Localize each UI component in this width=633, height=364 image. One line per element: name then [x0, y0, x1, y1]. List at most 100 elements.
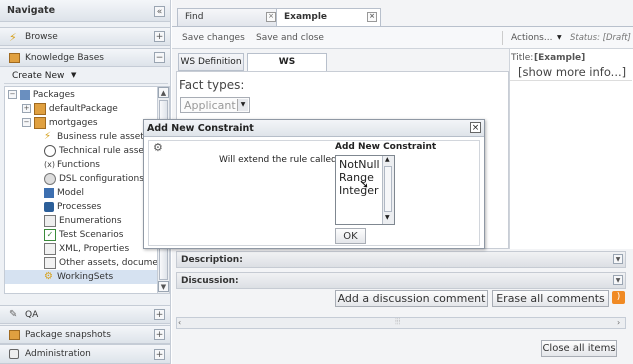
collapse-icon[interactable]: − [8, 90, 17, 99]
description-label: Description: [181, 255, 243, 265]
constraint-option-notnull[interactable]: NotNull [339, 158, 380, 171]
status-label: Status: [Draft] [570, 33, 631, 43]
close-icon[interactable]: × [470, 122, 481, 133]
tab-find[interactable]: Find × [177, 8, 280, 26]
tree-item-processes[interactable]: Processes [44, 200, 101, 214]
show-more-info-link[interactable]: [show more info...] [518, 65, 626, 79]
close-tab-icon[interactable]: × [266, 12, 276, 22]
scroll-left-icon[interactable]: ‹ [178, 318, 181, 327]
scrollbar-grip[interactable]: ⦙⦙⦙ [395, 317, 400, 327]
discussion-section[interactable]: Discussion: ▼ [176, 272, 626, 289]
administration-label: Administration [25, 349, 91, 359]
tree-item-other-assets[interactable]: Other assets, documenta [44, 256, 170, 270]
tree-label: WorkingSets [57, 272, 114, 282]
collapse-icon[interactable]: − [22, 118, 31, 127]
rule-icon: ⚡ [44, 130, 52, 142]
actions-menu[interactable]: Actions... [511, 33, 552, 43]
expand-discussion-icon[interactable]: ▼ [613, 275, 623, 285]
horizontal-scrollbar[interactable]: ‹ ⦙⦙⦙ › [176, 317, 626, 329]
title-value: [Example] [534, 53, 586, 63]
document-icon [44, 256, 56, 269]
scroll-up-icon[interactable]: ▲ [385, 156, 390, 163]
tab-example[interactable]: Example × [276, 8, 381, 26]
tree-item-technical-rules[interactable]: Technical rule assets [44, 144, 152, 158]
tree-item-working-sets[interactable]: ⚙ WorkingSets [5, 270, 157, 284]
gear-icon: ⚙ [153, 141, 163, 154]
dialog-title-bar[interactable]: Add New Constraint × [144, 120, 484, 137]
tree-label: Other assets, documenta [59, 258, 170, 268]
administration-icon [9, 349, 19, 359]
administration-section[interactable]: Administration + [0, 344, 170, 364]
scroll-down-icon[interactable]: ▼ [158, 281, 169, 292]
collapse-knowledge-bases-icon[interactable]: − [154, 52, 165, 63]
gear-icon [44, 144, 56, 157]
dsl-gear-icon [44, 172, 56, 185]
navigator-title: Navigate [7, 5, 56, 16]
rss-feed-icon[interactable]: ) [612, 291, 625, 304]
expand-snapshots-icon[interactable]: + [154, 329, 165, 340]
tab-ws-definition[interactable]: WS Definition [178, 53, 244, 71]
chevron-down-icon: ▼ [557, 34, 562, 41]
constraint-list-scrollbar[interactable]: ▲ ▼ [382, 156, 394, 224]
discussion-label: Discussion: [181, 276, 239, 286]
collapse-navigator-icon[interactable]: « [154, 6, 165, 17]
enumeration-icon [44, 214, 56, 227]
scroll-down-icon[interactable]: ▼ [385, 214, 390, 221]
navigator-header: Navigate « [0, 0, 170, 22]
title-label: Title: [511, 53, 534, 63]
editor-toolbar: Save changes Save and close Actions... ▼… [172, 27, 633, 49]
tab-ws-constraints[interactable]: WS Constraints [247, 53, 327, 84]
knowledge-bases-label: Knowledge Bases [25, 53, 104, 63]
working-set-icon: ⚙ [44, 270, 53, 282]
tree-item-business-rules[interactable]: ⚡ Business rule assets [44, 130, 149, 144]
fact-types-select[interactable]: Applicant ▼ [180, 97, 250, 113]
create-new-menu[interactable]: Create New ▼ [4, 68, 168, 84]
tree-item-enumerations[interactable]: Enumerations [44, 214, 122, 228]
expand-administration-icon[interactable]: + [154, 349, 165, 360]
qa-section[interactable]: ✎ QA + [0, 305, 170, 324]
erase-all-comments-button[interactable]: Erase all comments [492, 290, 609, 307]
browse-section[interactable]: ⚡ Browse + [0, 27, 170, 46]
tree-item-functions[interactable]: (x) Functions [44, 158, 100, 172]
tree-item-xml-properties[interactable]: XML, Properties [44, 242, 129, 256]
knowledge-bases-section[interactable]: Knowledge Bases − [0, 48, 170, 67]
tree-item-default-package[interactable]: + defaultPackage [22, 102, 118, 116]
ok-button[interactable]: OK [335, 228, 366, 244]
mouse-cursor-icon: ➘ [359, 177, 370, 191]
expand-qa-icon[interactable]: + [154, 309, 165, 320]
browse-icon: ⚡ [9, 31, 17, 44]
expand-browse-icon[interactable]: + [154, 31, 165, 42]
add-discussion-comment-button[interactable]: Add a discussion comment [335, 290, 488, 307]
package-snapshots-section[interactable]: Package snapshots + [0, 325, 170, 344]
qa-icon: ✎ [9, 309, 18, 320]
tree-item-packages[interactable]: − Packages [8, 88, 75, 102]
tree-item-model[interactable]: Model [44, 186, 84, 200]
toolbar-separator [502, 31, 503, 45]
tab-label: Find [185, 12, 204, 22]
chevron-down-icon: ▼ [71, 71, 77, 79]
expand-description-icon[interactable]: ▼ [613, 254, 623, 264]
scrollbar-thumb[interactable] [384, 166, 392, 212]
close-all-items-button[interactable]: Close all items [541, 340, 617, 357]
tab-label: Example [284, 12, 328, 22]
tree-label: DSL configurations [59, 174, 144, 184]
chevron-down-icon: ▼ [237, 99, 248, 111]
save-changes-button[interactable]: Save changes [182, 33, 245, 43]
scroll-right-icon[interactable]: › [617, 318, 620, 327]
tree-item-dsl[interactable]: DSL configurations [44, 172, 144, 186]
tab-label: WS Definition [180, 57, 242, 67]
close-tab-icon[interactable]: × [367, 12, 377, 22]
process-icon [44, 201, 54, 212]
add-new-constraint-dialog: Add New Constraint × ⚙ Add New Constrain… [143, 119, 485, 249]
info-divider [510, 80, 632, 81]
extend-rule-label: Will extend the rule called: [219, 155, 340, 165]
save-and-close-button[interactable]: Save and close [256, 33, 324, 43]
description-section[interactable]: Description: ▼ [176, 251, 626, 268]
tree-item-mortgages[interactable]: − mortgages [22, 116, 98, 130]
tree-label: Functions [57, 160, 100, 170]
model-icon [44, 187, 54, 198]
tree-label: Packages [32, 90, 75, 100]
expand-icon[interactable]: + [22, 104, 31, 113]
tree-item-test-scenarios[interactable]: ✓ Test Scenarios [44, 228, 123, 242]
scroll-up-icon[interactable]: ▲ [158, 87, 169, 98]
